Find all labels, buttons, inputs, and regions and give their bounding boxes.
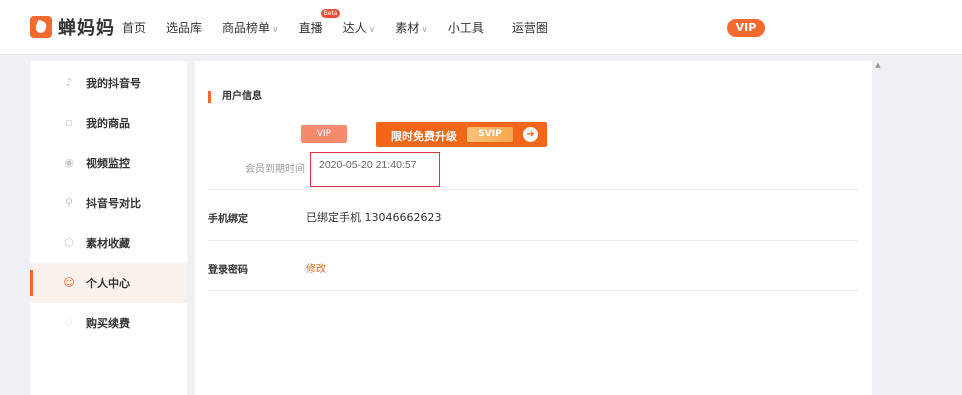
- password-label: 登录密码: [208, 265, 248, 276]
- nav-label: 小工具: [447, 21, 484, 35]
- nav-item-influencers[interactable]: 达人 ∨: [343, 19, 376, 36]
- expire-value: 2020-05-20 21:40:57: [319, 159, 417, 171]
- nav-label: 商品榜单: [222, 21, 271, 35]
- section-title: 用户信息: [208, 91, 262, 103]
- user-info-panel: 用户信息 VIP 限时免费升级 SVIP ➜ 会员到期时间 2020-05-20…: [195, 61, 872, 395]
- nav-label: 达人: [342, 21, 367, 35]
- phone-value: 已绑定手机 13046662623: [306, 211, 442, 224]
- vip-button[interactable]: VIP: [727, 19, 765, 37]
- sidebar-item-label: 我的商品: [86, 117, 130, 130]
- main-nav: 首页 选品库 商品榜单 ∨ 直播 Beta 达人 ∨ 素材 ∨ 小工具 运营圈: [122, 9, 568, 36]
- phone-label: 手机绑定: [208, 214, 248, 225]
- nav-item-home[interactable]: 首页: [122, 19, 146, 36]
- chevron-down-icon: ∨: [272, 25, 279, 35]
- expire-label: 会员到期时间: [245, 164, 305, 175]
- svip-badge: SVIP: [467, 127, 513, 142]
- sidebar-item-label: 视频监控: [86, 157, 130, 170]
- nav-item-materials[interactable]: 素材 ∨: [395, 19, 428, 36]
- box-icon: ⬡: [64, 236, 74, 249]
- sidebar-item-account-compare[interactable]: ⚲ 抖音号对比: [30, 183, 187, 223]
- nav-item-live[interactable]: 直播 Beta: [298, 9, 341, 36]
- chevron-down-icon: ∨: [421, 25, 428, 35]
- nav-label: 素材: [395, 21, 420, 35]
- nav-item-operations-circle[interactable]: 运营圈: [512, 19, 548, 36]
- chevron-down-icon: ∨: [368, 25, 376, 35]
- sidebar-item-my-douyin[interactable]: ♪ 我的抖音号: [30, 63, 187, 103]
- product-icon: ▫: [65, 116, 73, 129]
- diamond-icon: ♢: [64, 316, 74, 329]
- divider: [208, 240, 858, 241]
- sidebar-item-personal-center[interactable]: ☺ 个人中心: [30, 263, 187, 303]
- logo[interactable]: 蝉妈妈: [30, 14, 115, 40]
- upgrade-banner[interactable]: 限时免费升级 SVIP ➜: [376, 122, 547, 147]
- sidebar-item-label: 我的抖音号: [86, 77, 141, 90]
- divider: [208, 189, 858, 190]
- nav-label: 首页: [122, 21, 147, 35]
- scroll-up-icon[interactable]: ▲: [872, 61, 884, 73]
- sidebar-item-my-products[interactable]: ▫ 我的商品: [30, 103, 187, 143]
- nav-label: 直播: [298, 21, 323, 35]
- logo-icon: [30, 16, 52, 38]
- top-navbar: 蝉妈妈 首页 选品库 商品榜单 ∨ 直播 Beta 达人 ∨ 素材 ∨ 小工具 运营圈 …: [0, 0, 962, 55]
- monitor-icon: ◉: [64, 156, 74, 169]
- sidebar-item-label: 素材收藏: [86, 237, 130, 250]
- arrow-right-icon: ➜: [523, 127, 538, 142]
- sidebar-item-label: 个人中心: [86, 277, 130, 290]
- change-password-link[interactable]: 修改: [306, 260, 326, 275]
- divider: [208, 290, 858, 291]
- sidebar: ♪ 我的抖音号 ▫ 我的商品 ◉ 视频监控 ⚲ 抖音号对比 ⬡ 素材收藏 ☺ 个…: [30, 61, 187, 395]
- nav-item-product-rankings[interactable]: 商品榜单 ∨: [222, 19, 279, 36]
- tiktok-icon: ♪: [65, 76, 73, 89]
- compare-icon: ⚲: [64, 196, 74, 209]
- nav-label: 选品库: [166, 21, 203, 35]
- nav-item-tools[interactable]: 小工具: [448, 19, 484, 36]
- vip-tag: VIP: [301, 125, 347, 143]
- beta-badge: Beta: [320, 9, 341, 18]
- sidebar-item-material-favorites[interactable]: ⬡ 素材收藏: [30, 223, 187, 263]
- sidebar-item-label: 购买续费: [86, 317, 130, 330]
- nav-label: 运营圈: [511, 21, 548, 35]
- sidebar-item-purchase-renew[interactable]: ♢ 购买续费: [30, 303, 187, 343]
- user-icon: ☺: [63, 276, 75, 289]
- sidebar-item-label: 抖音号对比: [86, 197, 141, 210]
- nav-item-product-library[interactable]: 选品库: [166, 19, 202, 36]
- logo-text: 蝉妈妈: [58, 18, 115, 39]
- sidebar-item-video-monitor[interactable]: ◉ 视频监控: [30, 143, 187, 183]
- upgrade-text: 限时免费升级: [391, 130, 457, 143]
